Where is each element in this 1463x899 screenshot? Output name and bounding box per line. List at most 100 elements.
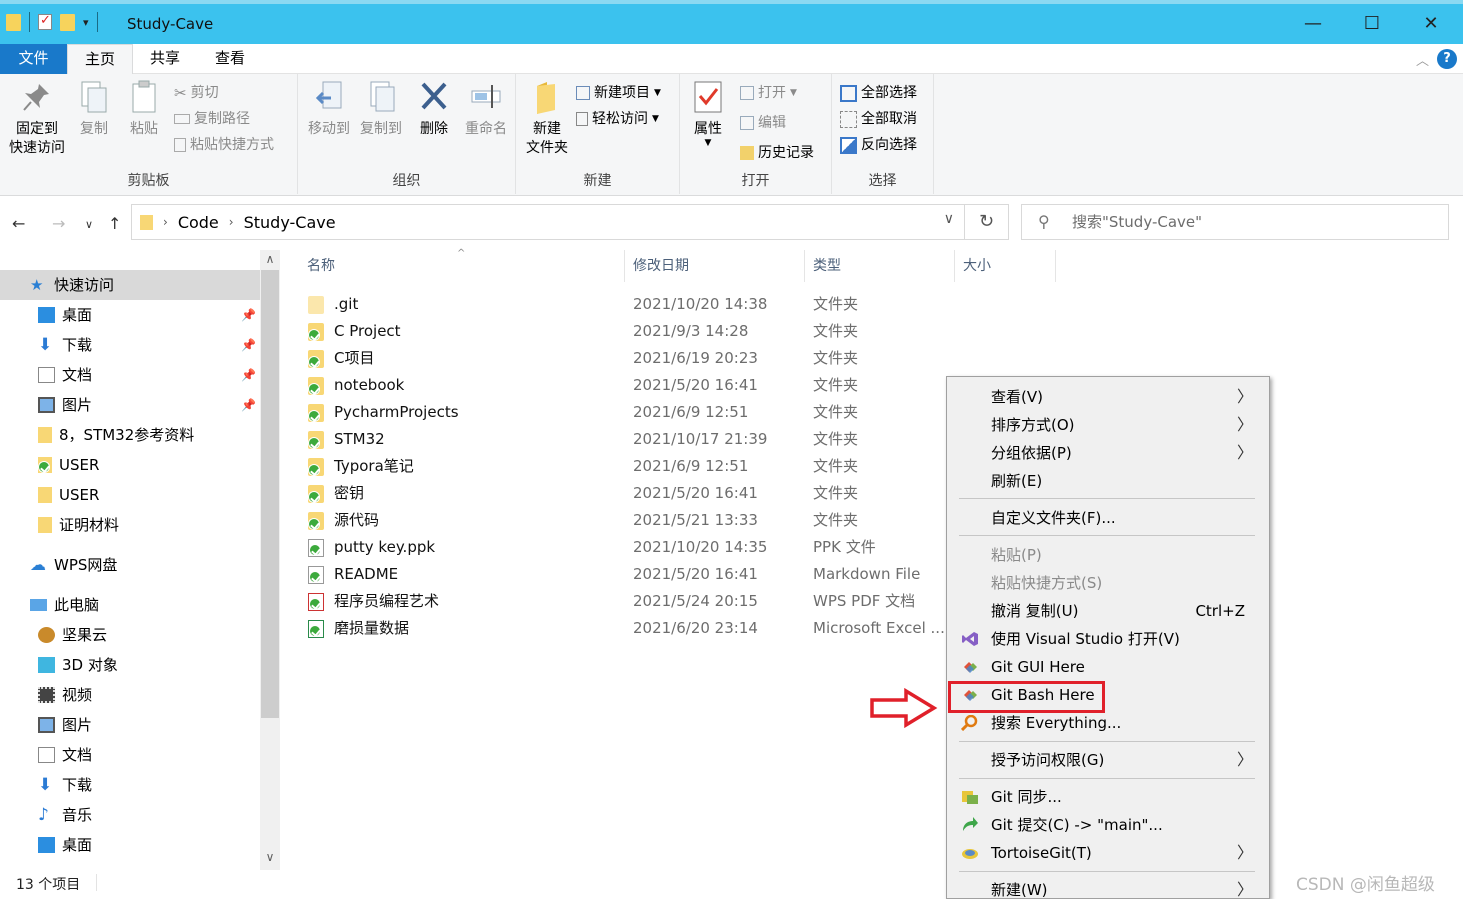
nav-item-desktop[interactable]: 桌面 (0, 830, 260, 860)
rename-button[interactable]: 重命名 (460, 80, 512, 139)
file-row[interactable]: putty key.ppk 2021/10/20 14:35 PPK 文件 (300, 534, 950, 561)
file-row[interactable]: README 2021/5/20 16:41 Markdown File (300, 561, 950, 588)
file-row[interactable]: 磨损量数据 2021/6/20 23:14 Microsoft Excel ..… (300, 615, 950, 642)
nav-item-documents[interactable]: 文档 (0, 740, 260, 770)
file-row[interactable]: STM32 2021/10/17 21:39 文件夹 (300, 426, 950, 453)
nav-this-pc[interactable]: 此电脑 (0, 590, 260, 620)
menu-item-tortoisegit[interactable]: TortoiseGit(T) 〉 (949, 839, 1267, 867)
divider[interactable] (624, 250, 625, 282)
file-row[interactable]: PycharmProjects 2021/6/9 12:51 文件夹 (300, 399, 950, 426)
nav-item-downloads[interactable]: ⬇ 下载 (0, 770, 260, 800)
chevron-down-icon[interactable]: ∨ (944, 211, 954, 227)
breadcrumb-code[interactable]: Code (178, 213, 219, 232)
select-none-button[interactable]: 全部取消 (840, 108, 917, 130)
menu-item-group[interactable]: 分组依据(P) 〉 (949, 439, 1267, 467)
back-icon[interactable]: ← (12, 214, 25, 233)
history-button[interactable]: 历史记录 (740, 142, 814, 164)
file-row[interactable]: 源代码 2021/5/21 13:33 文件夹 (300, 507, 950, 534)
pin-icon[interactable]: 📌 (241, 330, 256, 360)
nav-scrollbar[interactable]: ∧ ∨ (260, 250, 280, 870)
new-folder-icon[interactable] (60, 13, 75, 31)
edit-button[interactable]: 编辑 (740, 112, 786, 134)
close-button[interactable]: ✕ (1408, 8, 1454, 40)
pin-quick-access-button[interactable]: 固定到 快速访问 (4, 80, 70, 158)
easy-access-button[interactable]: 轻松访问 ▼ (576, 108, 659, 130)
menu-item-view[interactable]: 查看(V) 〉 (949, 383, 1267, 411)
tab-file[interactable]: 文件 (0, 44, 67, 74)
file-row[interactable]: Typora笔记 2021/6/9 12:51 文件夹 (300, 453, 950, 480)
scroll-up-icon[interactable]: ∧ (260, 252, 280, 266)
nav-item-certificates[interactable]: 证明材料 (0, 510, 260, 540)
file-row[interactable]: C Project 2021/9/3 14:28 文件夹 (300, 318, 950, 345)
cut-button[interactable]: ✂ 剪切 (174, 82, 219, 104)
address-bar[interactable]: › Code › Study-Cave ∨ (131, 204, 965, 240)
nav-item-desktop[interactable]: 桌面 📌 (0, 300, 260, 330)
help-icon[interactable]: ? (1437, 49, 1457, 69)
new-folder-button[interactable]: 新建 文件夹 (522, 80, 572, 158)
menu-item-refresh[interactable]: 刷新(E) (949, 467, 1267, 495)
refresh-button[interactable]: ↻ (965, 204, 1009, 240)
nav-item-user[interactable]: USER (0, 480, 260, 510)
open-button[interactable]: 打开 ▼ (740, 82, 797, 104)
copy-path-button[interactable]: 复制路径 (174, 108, 250, 130)
column-header-date[interactable]: 修改日期 (633, 250, 689, 282)
properties-button[interactable]: 属性 ▼ (688, 80, 728, 148)
column-header-name[interactable]: 名称 (307, 250, 335, 282)
menu-item-git-gui[interactable]: Git GUI Here (949, 653, 1267, 681)
properties-icon[interactable] (38, 13, 52, 30)
invert-selection-button[interactable]: 反向选择 (840, 134, 917, 156)
nav-item-jianguoyun[interactable]: 坚果云 (0, 620, 260, 650)
menu-item-open-visual-studio[interactable]: 使用 Visual Studio 打开(V) (949, 625, 1267, 653)
divider[interactable] (1055, 250, 1056, 282)
copy-to-button[interactable]: 复制到 (354, 80, 408, 139)
nav-quick-access[interactable]: ★ 快速访问 (0, 270, 260, 300)
delete-button[interactable]: 删除 (412, 80, 456, 139)
nav-item-videos[interactable]: 视频 (0, 680, 260, 710)
divider[interactable] (954, 250, 955, 282)
menu-item-new[interactable]: 新建(W) 〉 (949, 876, 1267, 899)
forward-icon[interactable]: → (52, 214, 65, 233)
customize-toolbar-icon[interactable]: ▾ (83, 16, 89, 29)
chevron-right-icon[interactable]: › (229, 215, 234, 229)
minimize-button[interactable]: — (1290, 8, 1336, 40)
nav-item-pictures[interactable]: 图片 (0, 710, 260, 740)
menu-item-paste[interactable]: 粘贴(P) (949, 541, 1267, 569)
nav-item-downloads[interactable]: ⬇ 下载 📌 (0, 330, 260, 360)
copy-button[interactable]: 复制 (74, 80, 114, 139)
file-row[interactable]: C项目 2021/6/19 20:23 文件夹 (300, 345, 950, 372)
breadcrumb-study-cave[interactable]: Study-Cave (244, 213, 336, 232)
file-row[interactable]: 密钥 2021/5/20 16:41 文件夹 (300, 480, 950, 507)
new-item-button[interactable]: 新建项目 ▼ (576, 82, 661, 104)
search-input[interactable]: ⚲ 搜索"Study-Cave" (1021, 204, 1449, 240)
menu-item-paste-shortcut[interactable]: 粘贴快捷方式(S) (949, 569, 1267, 597)
nav-item-documents[interactable]: 文档 📌 (0, 360, 260, 390)
select-all-button[interactable]: 全部选择 (840, 82, 917, 104)
menu-item-grant-access[interactable]: 授予访问权限(G) 〉 (949, 746, 1267, 774)
tab-view[interactable]: 查看 (200, 44, 260, 74)
file-row[interactable]: .git 2021/10/20 14:38 文件夹 (300, 291, 950, 318)
paste-button[interactable]: 粘贴 (124, 80, 164, 139)
nav-item-user[interactable]: USER (0, 450, 260, 480)
maximize-button[interactable]: ☐ (1349, 8, 1395, 40)
menu-item-undo-copy[interactable]: 撤消 复制(U) Ctrl+Z (949, 597, 1267, 625)
move-to-button[interactable]: 移动到 (302, 80, 356, 139)
menu-item-git-sync[interactable]: Git 同步... (949, 783, 1267, 811)
nav-wps-cloud[interactable]: ☁ WPS网盘 (0, 550, 260, 580)
menu-item-sort[interactable]: 排序方式(O) 〉 (949, 411, 1267, 439)
menu-item-git-commit[interactable]: Git 提交(C) -> "main"... (949, 811, 1267, 839)
nav-item-music[interactable]: ♪ 音乐 (0, 800, 260, 830)
paste-shortcut-button[interactable]: 粘贴快捷方式 (174, 134, 274, 156)
up-icon[interactable]: ↑ (108, 214, 121, 233)
pin-icon[interactable]: 📌 (241, 390, 256, 420)
pin-icon[interactable]: 📌 (241, 300, 256, 330)
file-row[interactable]: notebook 2021/5/20 16:41 文件夹 (300, 372, 950, 399)
collapse-ribbon-icon[interactable]: ︿ (1416, 50, 1429, 69)
divider[interactable] (804, 250, 805, 282)
file-row[interactable]: 程序员编程艺术 2021/5/24 20:15 WPS PDF 文档 (300, 588, 950, 615)
tab-share[interactable]: 共享 (135, 44, 195, 74)
tab-home[interactable]: 主页 (67, 44, 133, 75)
nav-item-pictures[interactable]: 图片 📌 (0, 390, 260, 420)
menu-item-search-everything[interactable]: 搜索 Everything... (949, 709, 1267, 737)
scrollbar-thumb[interactable] (261, 270, 279, 718)
scroll-down-icon[interactable]: ∨ (260, 850, 280, 864)
